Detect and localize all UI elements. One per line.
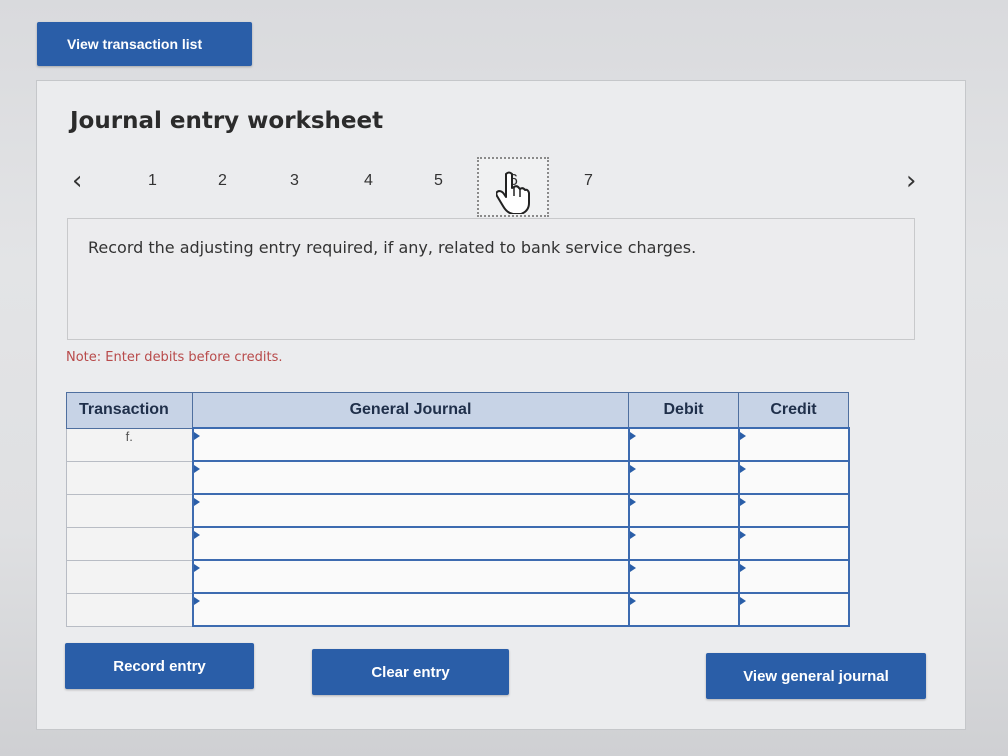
table-row bbox=[66, 592, 850, 627]
chevron-right-icon[interactable]: › bbox=[906, 166, 916, 196]
account-input[interactable] bbox=[191, 427, 630, 462]
note-text: Note: Enter debits before credits. bbox=[66, 350, 283, 365]
credit-input[interactable] bbox=[737, 526, 850, 561]
journal-table: Transaction General Journal Debit Credit… bbox=[66, 392, 850, 627]
transaction-cell bbox=[66, 526, 193, 561]
table-row: f. bbox=[66, 427, 850, 462]
hand-pointer-icon bbox=[495, 170, 530, 219]
tab-5[interactable]: 5 bbox=[434, 172, 443, 190]
debit-input[interactable] bbox=[627, 559, 740, 594]
debit-input[interactable] bbox=[627, 526, 740, 561]
transaction-cell: f. bbox=[66, 427, 193, 462]
view-general-journal-button[interactable]: View general journal bbox=[706, 653, 926, 699]
transaction-cell bbox=[66, 460, 193, 495]
header-credit: Credit bbox=[738, 392, 849, 429]
tab-3[interactable]: 3 bbox=[290, 172, 299, 190]
clear-entry-button[interactable]: Clear entry bbox=[312, 649, 509, 695]
header-debit: Debit bbox=[628, 392, 739, 429]
instruction-text: Record the adjusting entry required, if … bbox=[88, 238, 697, 257]
debit-input[interactable] bbox=[627, 427, 740, 462]
debit-input[interactable] bbox=[627, 493, 740, 528]
account-input[interactable] bbox=[191, 559, 630, 594]
header-general-journal: General Journal bbox=[192, 392, 629, 429]
tab-1[interactable]: 1 bbox=[148, 172, 157, 190]
credit-input[interactable] bbox=[737, 559, 850, 594]
chevron-left-icon[interactable]: ‹ bbox=[72, 166, 82, 196]
credit-input[interactable] bbox=[737, 592, 850, 627]
table-row bbox=[66, 460, 850, 495]
debit-input[interactable] bbox=[627, 592, 740, 627]
table-row bbox=[66, 526, 850, 561]
view-transaction-list-button[interactable]: View transaction list bbox=[37, 22, 252, 66]
tab-4[interactable]: 4 bbox=[364, 172, 373, 190]
record-entry-button[interactable]: Record entry bbox=[65, 643, 254, 689]
credit-input[interactable] bbox=[737, 427, 850, 462]
worksheet-title: Journal entry worksheet bbox=[70, 108, 384, 134]
account-input[interactable] bbox=[191, 460, 630, 495]
account-input[interactable] bbox=[191, 526, 630, 561]
tab-7[interactable]: 7 bbox=[584, 172, 593, 190]
header-transaction: Transaction bbox=[66, 392, 193, 429]
transaction-cell bbox=[66, 493, 193, 528]
credit-input[interactable] bbox=[737, 460, 850, 495]
table-row bbox=[66, 493, 850, 528]
debit-input[interactable] bbox=[627, 460, 740, 495]
instruction-box bbox=[67, 218, 915, 340]
account-input[interactable] bbox=[191, 592, 630, 627]
transaction-cell bbox=[66, 559, 193, 594]
account-input[interactable] bbox=[191, 493, 630, 528]
transaction-cell bbox=[66, 592, 193, 627]
table-row bbox=[66, 559, 850, 594]
credit-input[interactable] bbox=[737, 493, 850, 528]
tab-2[interactable]: 2 bbox=[218, 172, 227, 190]
